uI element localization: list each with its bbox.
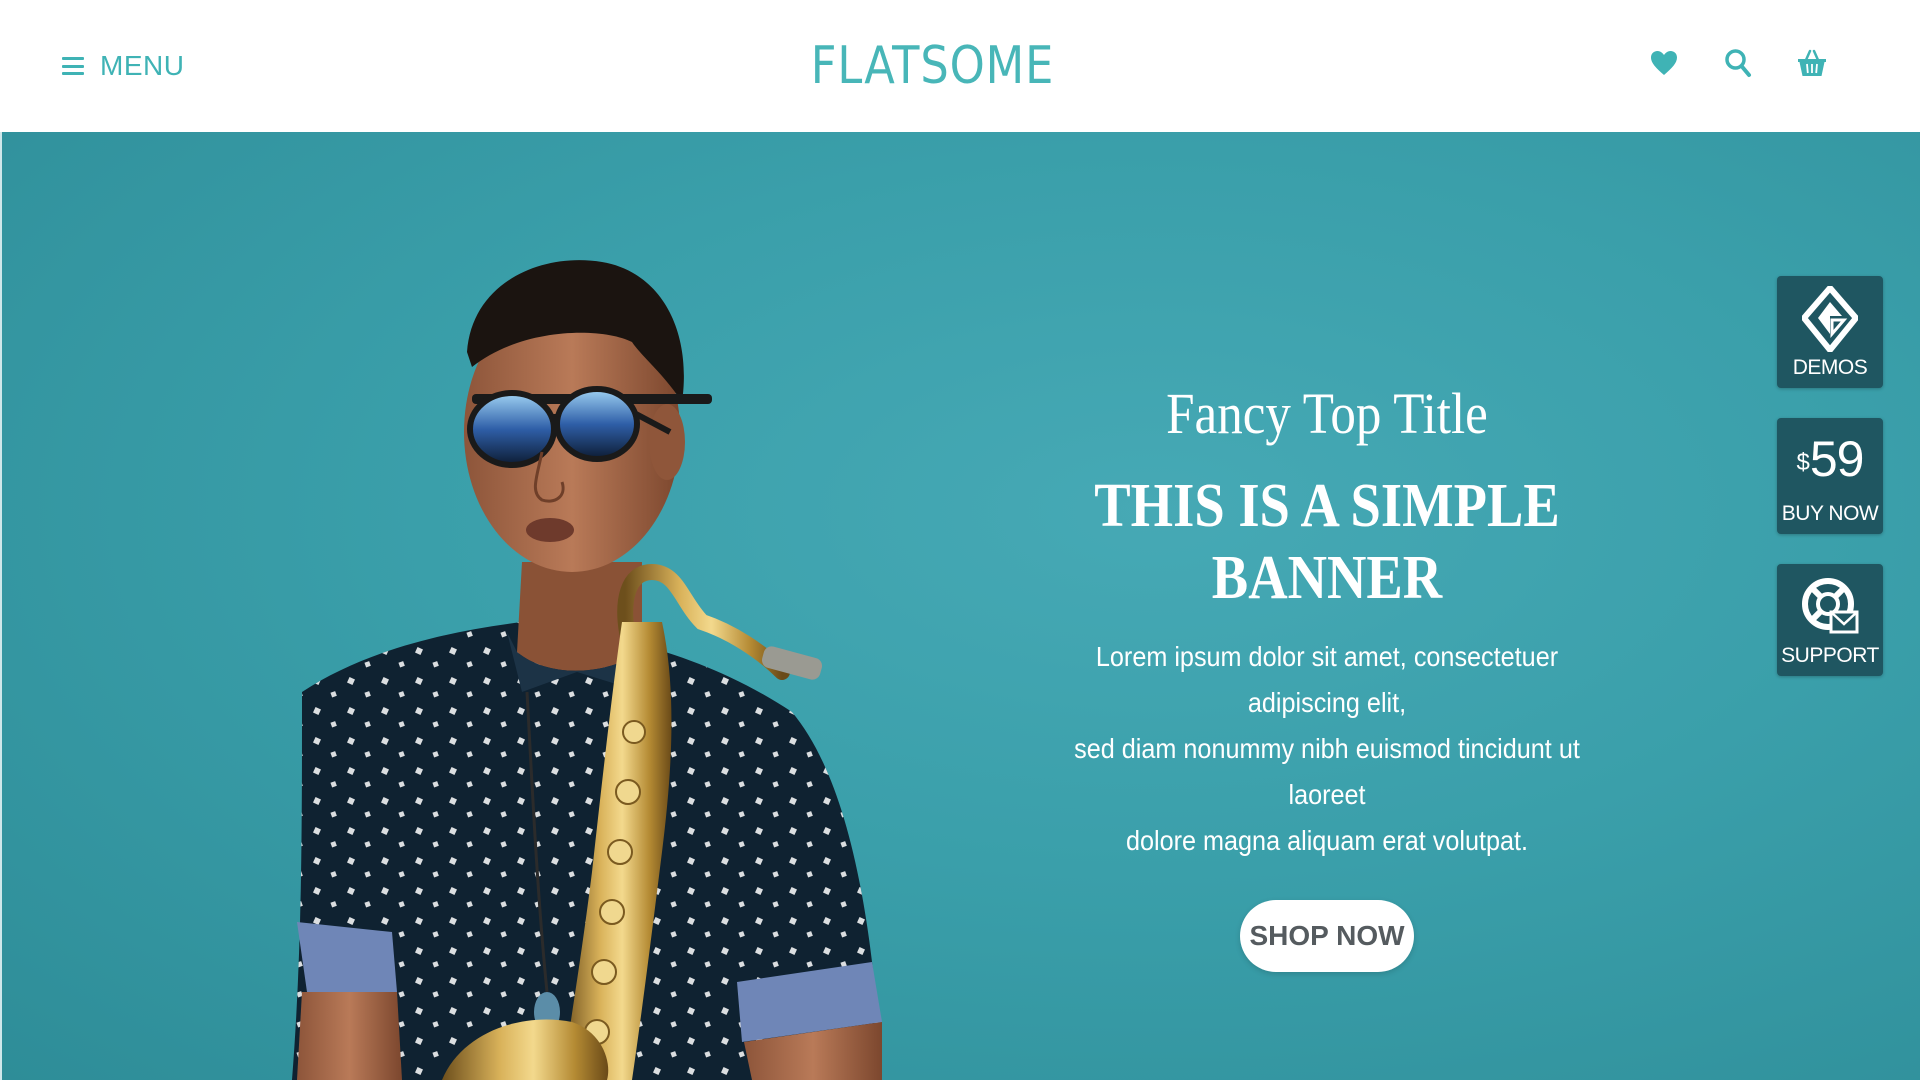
site-logo[interactable]: FLATSOME xyxy=(0,36,1866,96)
banner-title: THIS IS A SIMPLE BANNER xyxy=(1006,470,1648,614)
buy-now-button[interactable]: $59 BUY NOW xyxy=(1777,418,1883,534)
logo-text: FLATSOME xyxy=(811,36,1055,96)
price-currency: $ xyxy=(1796,449,1810,476)
shop-now-button[interactable]: SHOP NOW xyxy=(1240,899,1414,972)
hero-banner: Fancy Top Title THIS IS A SIMPLE BANNER … xyxy=(0,132,1920,1080)
fancy-top-title: Fancy Top Title xyxy=(1166,381,1488,446)
hero-photo xyxy=(292,260,882,1080)
header-actions xyxy=(1649,46,1827,80)
side-widgets: DEMOS $59 BUY NOW SUPPORT xyxy=(1777,276,1883,676)
heart-icon xyxy=(1651,51,1677,75)
demos-label: DEMOS xyxy=(1792,356,1868,379)
banner-description: Lorem ipsum dolor sit amet, consectetuer… xyxy=(1039,634,1615,864)
cart-button[interactable] xyxy=(1797,46,1827,80)
search-icon xyxy=(1725,49,1751,77)
banner-title-line2: BANNER xyxy=(1211,543,1443,612)
wishlist-button[interactable] xyxy=(1649,46,1679,80)
support-label: SUPPORT xyxy=(1781,644,1879,667)
banner-text-line1: Lorem ipsum dolor sit amet, consectetuer… xyxy=(1095,640,1559,718)
search-button[interactable] xyxy=(1723,46,1753,80)
flatsome-logo-icon xyxy=(1802,286,1858,352)
demos-button[interactable]: DEMOS xyxy=(1777,276,1883,388)
banner-title-line1: THIS IS A SIMPLE xyxy=(1094,471,1560,540)
cart-icon xyxy=(1798,49,1826,76)
banner-text-line2: sed diam nonummy nibh euismod tincidunt … xyxy=(1074,732,1580,810)
support-button[interactable]: SUPPORT xyxy=(1777,564,1883,676)
buy-now-label: BUY NOW xyxy=(1781,502,1879,525)
banner-text-line3: dolore magna aliquam erat volutpat. xyxy=(1125,824,1529,856)
price: $59 xyxy=(1777,430,1883,488)
price-amount: 59 xyxy=(1809,431,1865,487)
banner-content: Fancy Top Title THIS IS A SIMPLE BANNER … xyxy=(962,382,1692,972)
support-lifebuoy-icon xyxy=(1802,578,1859,634)
site-header: MENU FLATSOME xyxy=(0,0,1920,132)
